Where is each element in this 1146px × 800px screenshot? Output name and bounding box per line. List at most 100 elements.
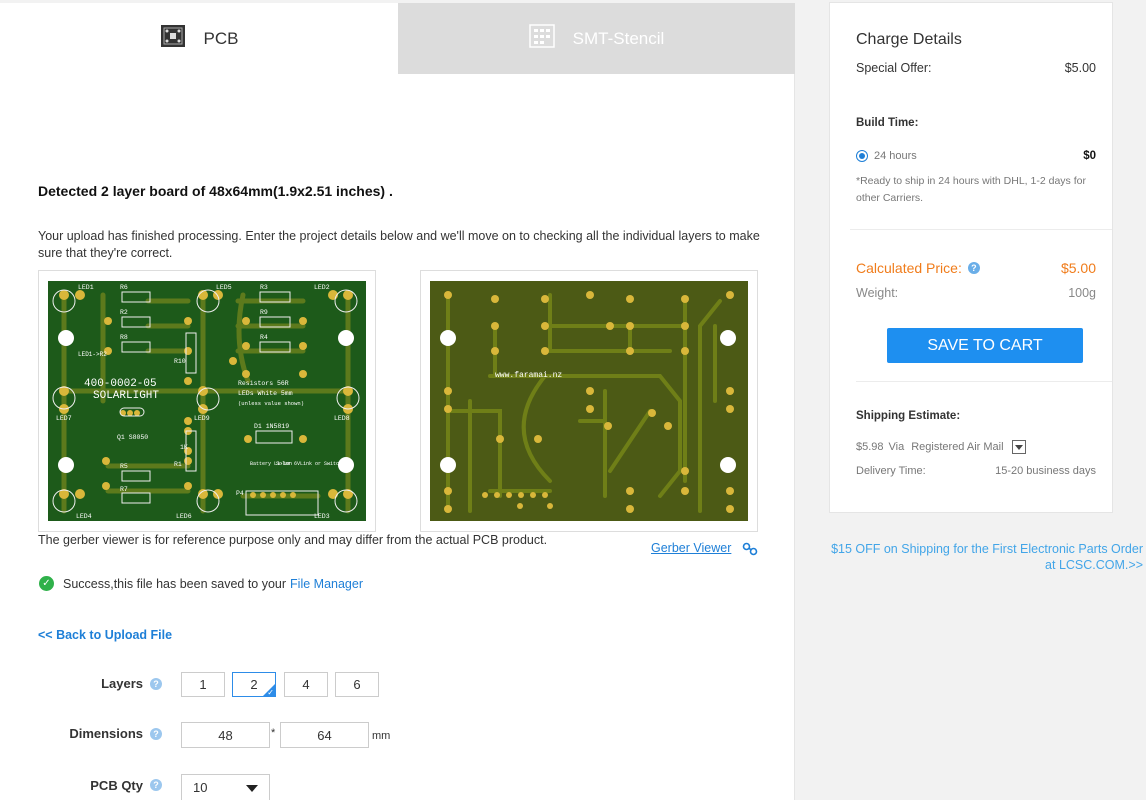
pcb-bottom-image: www.faramai.nz [430,281,748,521]
weight-label: Weight: [856,286,899,300]
pcb-diode-label: D1 1N5819 [254,423,289,430]
shipping-method-row: $5.98 Via Registered Air Mail [856,440,1096,454]
pcb-qty-value: 10 [193,780,208,795]
pcb-label-p4: P4 [236,490,244,497]
pcb-label-r1: R1 [174,461,182,468]
charge-details-panel: Charge Details Special Offer: $5.00 Buil… [829,2,1113,513]
special-offer-label: Special Offer: [856,61,932,75]
layer-option-1[interactable]: 1 [181,672,225,697]
pcb-icon [160,24,186,53]
detected-board-title: Detected 2 layer board of 48x64mm(1.9x2.… [38,183,393,199]
chevron-down-icon [246,785,258,792]
divider [856,381,1112,382]
pcb-transistor-label: Q1 S8050 [117,434,148,441]
save-to-cart-button[interactable]: SAVE TO CART [887,328,1083,363]
tab-pcb[interactable]: PCB [0,3,398,74]
save-success-message: ✓ Success,this file has been saved to yo… [39,576,363,591]
pcb-board-name: SOLARLIGHT [93,390,159,402]
layer-option-1-label: 1 [199,677,207,692]
pcb-label-led5: LED5 [216,284,232,291]
lcsc-promo-link[interactable]: $15 OFF on Shipping for the First Electr… [829,541,1143,573]
divider [850,229,1112,230]
pcb-part-number: 400-0002-05 [84,378,157,390]
back-to-upload-link[interactable]: << Back to Upload File [38,628,172,642]
calculated-price-row: Calculated Price: ? $5.00 [856,260,1096,276]
product-tabs: PCB SMT-Stencil [0,3,795,74]
special-offer-value: $5.00 [1064,61,1096,75]
check-circle-icon: ✓ [39,576,54,591]
dimensions-label: Dimensions [69,726,143,741]
pcb-label-led1-r2: LED1->R2 [78,351,107,358]
gerber-preview-top: 400-0002-05 SOLARLIGHT Resistors 56R LED… [38,270,376,532]
delivery-time-value: 15-20 business days [995,465,1096,477]
tab-pcb-label: PCB [203,28,239,48]
layers-help-icon[interactable]: ? [150,678,162,690]
dimension-unit: mm [372,730,391,742]
pcb-label-r10: R10 [174,358,186,365]
dimension-separator: * [271,727,276,739]
qty-help-icon[interactable]: ? [150,779,162,791]
pcb-label-r5: R5 [120,463,128,470]
layer-option-4-label: 4 [302,677,310,692]
pcb-label-led3: LED3 [314,513,330,520]
dimensions-help-icon[interactable]: ? [150,728,162,740]
layer-option-6-label: 6 [353,677,361,692]
viewer-disclaimer: The gerber viewer is for reference purpo… [38,533,548,547]
pcb-label-r4: R4 [260,334,268,341]
delivery-time-label: Delivery Time: [856,465,926,477]
build-option-label: 24 hours [874,150,917,162]
pcb-qty-label: PCB Qty [90,778,143,793]
shipping-method: Registered Air Mail [911,441,1004,453]
layers-label: Layers [101,676,143,691]
pcb-label-r1-value: 1K [180,444,188,451]
pcb-label-led4: LED4 [76,513,92,520]
weight-value: 100g [1068,286,1096,300]
build-time-label: Build Time: [856,117,919,129]
pcb-resistors-note: Resistors 56R [238,380,289,387]
pcb-label-led6: LED6 [176,513,192,520]
pcb-label-led8: LED8 [334,415,350,422]
tab-smt-stencil-label: SMT-Stencil [572,28,665,48]
pcb-qty-select[interactable]: 10 [181,774,270,800]
layer-option-4[interactable]: 4 [284,672,328,697]
pcb-label-r2: R2 [120,309,128,316]
width-input[interactable] [181,722,270,748]
build-option-group[interactable]: 24 hours [856,150,917,162]
special-offer-row: Special Offer: $5.00 [856,61,1096,75]
gerber-viewer-link[interactable]: Gerber Viewer [651,541,731,555]
pcb-label-led2: LED2 [314,284,330,291]
calculated-price-value: $5.00 [1060,260,1096,276]
tab-smt-stencil[interactable]: SMT-Stencil [398,3,795,74]
shipping-via: Via [888,441,905,453]
main-panel: PCB SMT-Stencil Detected 2 layer board o… [0,3,795,800]
success-text: Success,this file has been saved to your [63,576,287,591]
charge-details-title: Charge Details [856,31,962,48]
pcb-label-r3: R3 [260,284,268,291]
build-time-option[interactable]: 24 hours $0 [856,150,1096,162]
layer-option-2[interactable]: 2 ✓ [232,672,276,697]
stencil-icon [528,24,555,53]
pcb-leds-note: LEDs White 5mm [238,390,293,397]
pcb-label-led7: LED7 [56,415,72,422]
pcb-bottom-url: www.faramai.nz [495,371,562,380]
pcb-label-r7: R7 [120,486,128,493]
height-input[interactable] [280,722,369,748]
shipping-estimate-label: Shipping Estimate: [856,410,961,422]
pcb-label-solar: Solar 6V [276,461,300,467]
file-manager-link[interactable]: File Manager [290,577,363,591]
link-icon[interactable] [742,542,758,561]
pcb-label-r8: R8 [120,334,128,341]
build-option-price: $0 [1083,150,1096,162]
pcb-top-image: 400-0002-05 SOLARLIGHT Resistors 56R LED… [48,281,366,521]
gerber-preview-bottom: www.faramai.nz [420,270,758,532]
weight-row: Weight: 100g [856,286,1096,300]
radio-selected-icon[interactable] [856,150,868,162]
layer-option-6[interactable]: 6 [335,672,379,697]
layer-option-2-label: 2 [250,677,258,692]
pcb-label-led9: LED9 [194,415,210,422]
checkmark-icon: ✓ [267,688,274,697]
shipping-dropdown-icon[interactable] [1011,440,1026,454]
price-help-icon[interactable]: ? [967,262,980,274]
pcb-label-r6: R6 [120,284,128,291]
delivery-time-row: Delivery Time: 15-20 business days [856,465,1096,477]
